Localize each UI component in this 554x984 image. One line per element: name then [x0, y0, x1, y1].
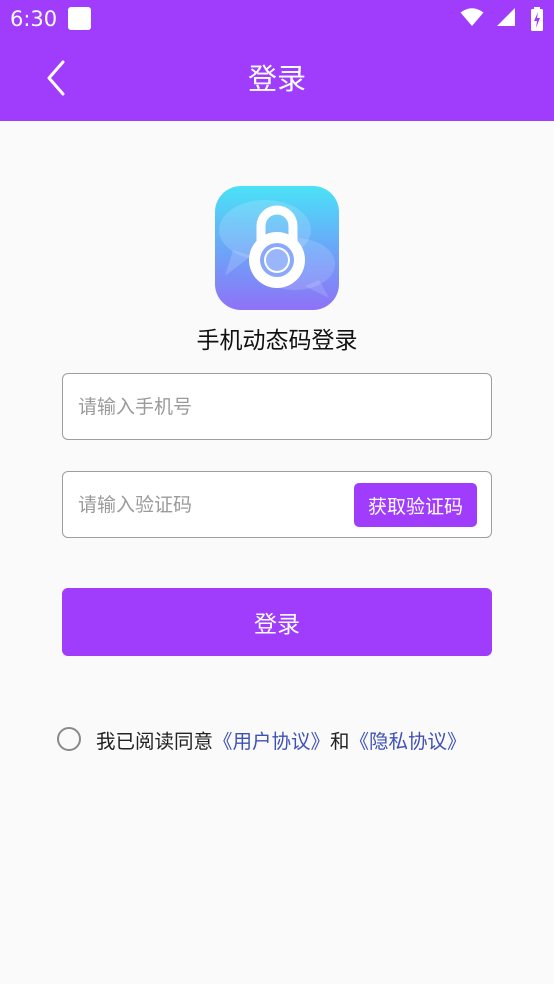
- battery-icon: [531, 7, 543, 31]
- status-bar: 6:30: [0, 0, 554, 38]
- phone-field: [62, 373, 492, 440]
- agreement-conjunction: 和: [330, 729, 350, 753]
- padlock-icon: [219, 200, 335, 298]
- app-logo: [215, 186, 339, 310]
- wifi-icon: [460, 8, 484, 26]
- status-time: 6:30: [10, 7, 58, 31]
- user-agreement-link[interactable]: 《用户协议》: [213, 725, 330, 754]
- notification-icon: [68, 7, 91, 30]
- nav-bar: 登录: [0, 38, 554, 121]
- phone-input[interactable]: [78, 374, 478, 439]
- page-title: 登录: [247, 62, 306, 96]
- verification-code-input[interactable]: [78, 472, 348, 537]
- login-button[interactable]: 登录: [62, 588, 492, 656]
- signal-icon: [497, 8, 515, 26]
- agreement-checkbox[interactable]: [57, 727, 81, 751]
- agreement-prefix: 我已阅读同意: [96, 729, 214, 753]
- agreement-row: 我已阅读同意 《用户协议》 和 《隐私协议》: [57, 724, 517, 754]
- login-subtitle: 手机动态码登录: [196, 328, 358, 354]
- get-code-button[interactable]: 获取验证码: [354, 483, 477, 527]
- privacy-policy-link[interactable]: 《隐私协议》: [350, 725, 467, 754]
- code-field: 获取验证码: [62, 471, 492, 538]
